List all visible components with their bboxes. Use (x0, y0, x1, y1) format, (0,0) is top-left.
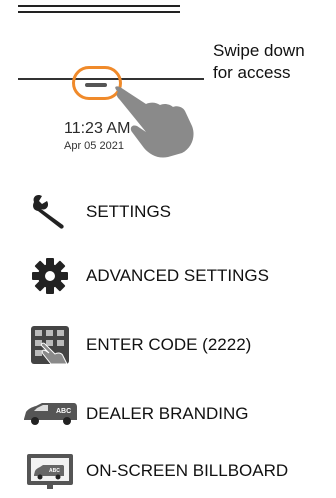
top-rule (18, 5, 180, 13)
menu-item-on-screen-billboard[interactable]: ABC ON-SCREEN BILLBOARD (20, 449, 330, 493)
swipe-hint-line-1: Swipe down (213, 41, 305, 60)
menu-item-enter-code[interactable]: ENTER CODE (2222) (20, 323, 330, 367)
menu-item-on-screen-billboard-label: ON-SCREEN BILLBOARD (86, 461, 289, 480)
menu-item-enter-code-label: ENTER CODE (2222) (86, 335, 252, 354)
menu-item-settings[interactable]: SETTINGS (20, 190, 330, 234)
menu-item-dealer-branding-label: DEALER BRANDING (86, 404, 249, 423)
keypad-hand-icon (20, 323, 80, 367)
billboard-van-icon: ABC (20, 449, 80, 493)
svg-text:ABC: ABC (49, 468, 60, 474)
svg-text:ABC: ABC (56, 408, 71, 415)
swipe-down-panel[interactable]: 11:23 AM Apr 05 2021 (0, 60, 336, 160)
swipe-handle-bar (85, 83, 107, 87)
menu-item-dealer-branding[interactable]: ABC DEALER BRANDING (20, 392, 330, 436)
van-icon: ABC (20, 392, 80, 436)
menu-item-advanced-settings[interactable]: ADVANCED SETTINGS (20, 254, 330, 298)
pointing-hand-icon (112, 86, 198, 158)
gear-icon (20, 254, 80, 298)
wrench-icon (20, 190, 80, 234)
menu-item-settings-label: SETTINGS (86, 202, 172, 221)
menu-item-advanced-settings-label: ADVANCED SETTINGS (86, 266, 269, 285)
